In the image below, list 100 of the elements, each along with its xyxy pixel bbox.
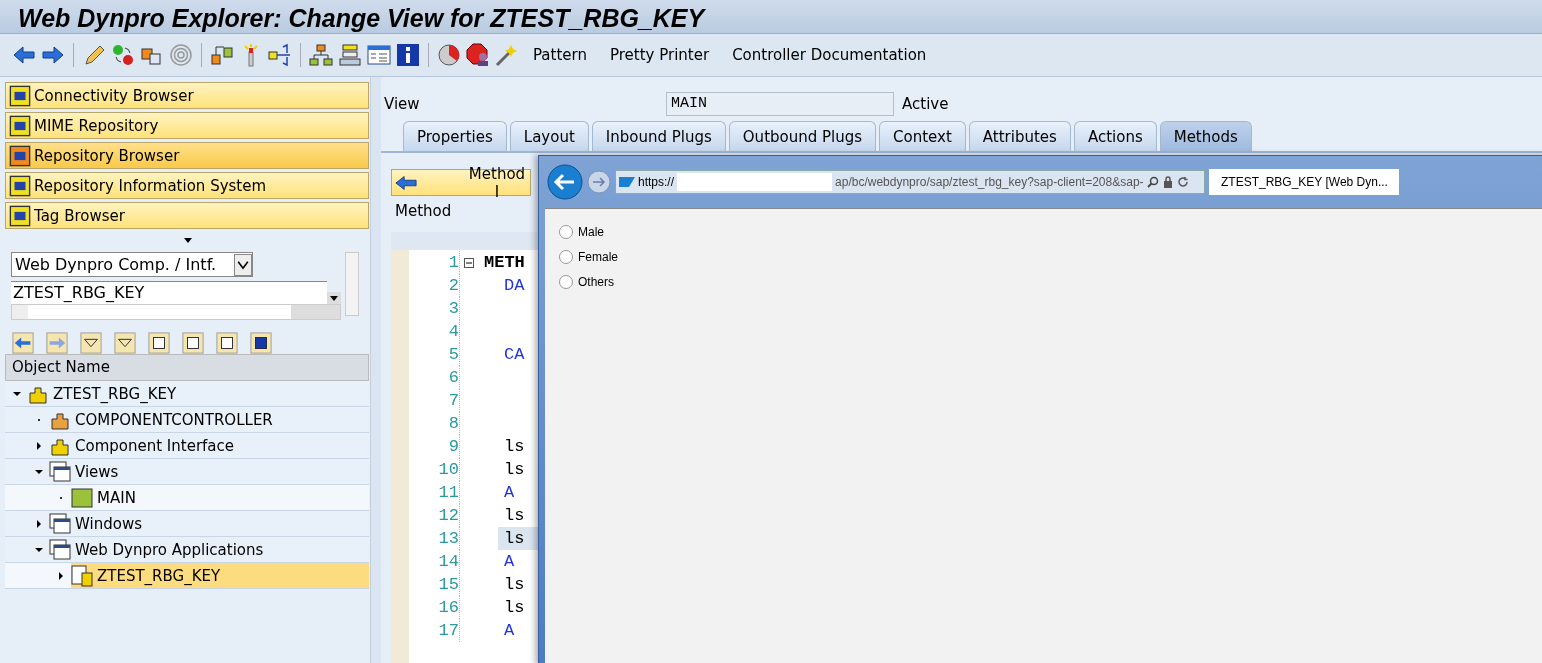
tree-item[interactable]: ZTEST_RBG_KEY [53,384,177,403]
tool-button-icon[interactable] [180,332,206,354]
view-label: View [384,95,421,113]
chevron-down-icon[interactable] [234,253,252,276]
caret-icon[interactable] [183,237,192,243]
code-text: A [504,621,515,640]
line-number: 4 [409,320,460,343]
tree-item[interactable]: Component Interface [75,436,234,455]
info-icon[interactable] [396,43,420,67]
line-number: 10 [409,458,460,481]
dropdown-icon[interactable] [327,292,341,304]
code-text: ls [504,506,525,525]
forward-arrow-icon[interactable] [41,43,65,67]
back-arrow-icon [395,174,417,191]
column-header: Method [394,201,453,220]
expander-icon[interactable] [35,519,43,528]
tool-icon [8,174,32,197]
stop-sign-icon[interactable] [466,43,490,67]
column-header: Object Name [5,354,369,381]
code-text: ls [504,575,525,594]
browser-tab[interactable]: ZTEST_RBG_KEY [Web Dyn... [1209,169,1399,195]
tree-item[interactable]: Web Dynpro Applications [75,540,264,559]
line-number: 13 [409,527,460,550]
line-number: 2 [409,274,460,297]
line-number: 9 [409,435,460,458]
line-number: 7 [409,389,460,412]
toolbar-button[interactable]: Controller Documentation [723,46,936,64]
nav-button[interactable]: MIME Repository [5,112,369,139]
horizontal-scrollbar[interactable] [11,304,341,320]
expander-icon[interactable] [35,467,43,476]
radio-button[interactable] [559,224,573,239]
address-bar[interactable]: https:// ap/bc/webdynpro/sap/ztest_rbg_key?sap-client=208&sap- [615,170,1205,194]
hierarchy-icon[interactable] [309,43,333,67]
toolbar-button[interactable]: Pretty Printer [600,46,719,64]
nav-button[interactable]: Tag Browser [5,202,369,229]
line-number: 12 [409,504,460,527]
code-text: ls [504,598,525,617]
code-text: A [504,483,515,502]
tree-item[interactable]: MAIN [97,488,136,507]
toggle-icon[interactable] [111,43,135,67]
tree-node-icon [49,460,71,483]
object-name-field[interactable]: ZTEST_RBG_KEY [11,281,327,304]
tool-button-icon[interactable] [248,332,274,354]
tab[interactable]: Methods [1159,121,1252,151]
tool-button-icon[interactable] [146,332,172,354]
tab[interactable]: Layout [509,121,589,151]
line-number: 5 [409,343,460,366]
line-number: 14 [409,550,460,573]
line-number: 11 [409,481,460,504]
tree-item[interactable]: COMPONENTCONTROLLER [75,410,273,429]
tree-item[interactable]: Windows [75,514,142,533]
line-number: 15 [409,573,460,596]
tool-button-icon[interactable] [214,332,240,354]
collapse-icon[interactable] [464,257,474,268]
tree-node-icon [49,512,71,535]
tab[interactable]: Outbound Plugs [728,121,877,151]
nodes-icon[interactable] [210,43,234,67]
back-arrow-icon[interactable] [12,43,36,67]
radio-button[interactable] [559,274,573,289]
window-title: Web Dynpro Explorer: Change View for ZTEST_RBG_KEY [18,3,705,33]
view-name-field: MAIN [666,92,894,116]
branch-arrows-icon[interactable] [268,43,292,67]
toolbar-button[interactable]: Pattern [524,46,596,64]
object-type-dropdown[interactable]: Web Dynpro Comp. / Intf. [11,252,253,277]
code-text: ls [504,529,525,548]
tool-button-icon[interactable] [112,332,138,354]
line-number: 8 [409,412,460,435]
expander-icon[interactable] [57,571,65,580]
pie-chart-icon[interactable] [437,43,461,67]
tab[interactable]: Actions [1073,121,1157,151]
back-button-icon[interactable] [547,164,583,200]
pencil-icon[interactable] [82,43,106,67]
method-button[interactable]: Method I [391,169,531,196]
radio-button[interactable] [559,249,573,264]
magic-wand-icon[interactable] [495,43,519,67]
nav-button[interactable]: Connectivity Browser [5,82,369,109]
radio-label: Male [578,224,604,239]
expander-icon[interactable] [35,441,43,450]
expander-icon[interactable] [35,545,43,554]
stack-icon[interactable] [338,43,362,67]
code-text: ls [504,460,525,479]
nav-button[interactable]: Repository Information System [5,172,369,199]
code-text: ls [504,437,525,456]
tab[interactable]: Inbound Plugs [591,121,726,151]
tab[interactable]: Context [879,121,966,151]
nav-button[interactable]: Repository Browser [5,142,369,169]
tab[interactable]: Properties [403,121,507,151]
tree-node-icon [49,538,71,561]
vertical-scrollbar[interactable] [345,252,359,316]
search-icon[interactable] [1146,176,1159,188]
line-number: 17 [409,619,460,642]
tab[interactable]: Attributes [968,121,1071,151]
refresh-icon[interactable] [1176,176,1189,188]
code-text: METH [484,253,525,272]
layout-icon[interactable] [367,43,391,67]
tree-item[interactable]: Views [75,462,119,481]
tool-icon [8,84,32,107]
tool-button-icon[interactable] [78,332,104,354]
line-number: 1 [409,251,460,274]
expander-icon[interactable] [13,389,21,398]
